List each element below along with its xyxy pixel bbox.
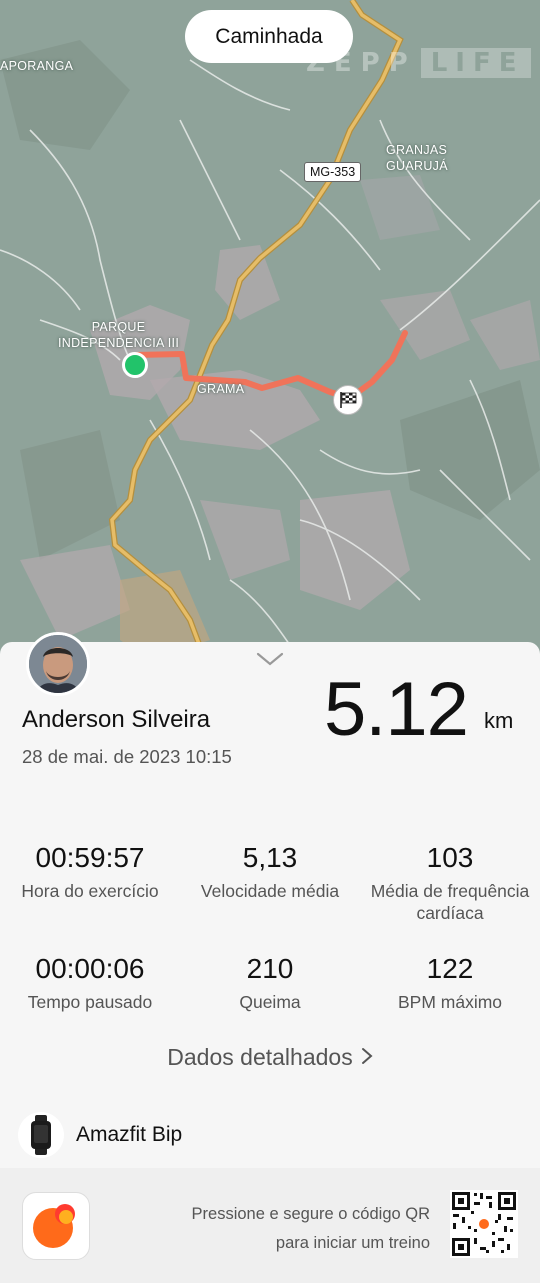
stat-value: 5,13 <box>242 842 298 873</box>
avatar[interactable] <box>26 632 90 696</box>
stat-label: Hora do exercício <box>21 881 159 901</box>
map-label-aporanga: APORANGA <box>0 59 74 73</box>
qr-instruction: Pressione e segure o código QR para inic… <box>192 1200 430 1258</box>
stat-max-bpm: 122 BPM máximo <box>360 953 540 1013</box>
road-sign: MG-353 <box>304 162 362 182</box>
zepp-life-logo-icon[interactable] <box>22 1192 90 1260</box>
stat-exercise-time: 00:59:57 Hora do exercício <box>0 842 180 902</box>
stat-average-heart-rate: 103 Média de frequência cardíaca <box>360 842 540 924</box>
stat-label: Tempo pausado <box>27 992 153 1012</box>
qr-instruction-line2: para iniciar um treino <box>275 1234 430 1252</box>
qr-instruction-line1: Pressione e segure o código QR <box>191 1205 430 1223</box>
map-label-parque: PARQUE INDEPENDENCIA III <box>58 320 180 350</box>
chevron-down-icon[interactable] <box>255 650 285 668</box>
qr-footer: Pressione e segure o código QR para inic… <box>0 1168 540 1283</box>
stat-paused-time: 00:00:06 Tempo pausado <box>0 953 180 1013</box>
stat-value: 122 <box>426 953 474 984</box>
stat-value: 00:59:57 <box>35 842 145 873</box>
device-row[interactable]: Amazfit Bip <box>18 1112 182 1158</box>
route-start-marker <box>122 352 148 378</box>
detailed-data-label: Dados detalhados <box>167 1044 353 1070</box>
stat-value: 210 <box>246 953 294 984</box>
stat-label: Queima <box>239 992 301 1012</box>
map-label-granjas: GRANJAS GUARUJÁ <box>386 143 448 173</box>
stat-label: Média de frequência cardíaca <box>370 881 530 923</box>
chevron-right-icon <box>361 1044 373 1071</box>
qr-code[interactable] <box>450 1190 518 1258</box>
distance-value: 5.12 <box>324 667 469 752</box>
stat-calories: 210 Queima <box>180 953 360 1013</box>
stat-label: BPM máximo <box>397 992 503 1012</box>
stat-value: 103 <box>426 842 474 873</box>
workout-date: 28 de mai. de 2023 10:15 <box>22 746 232 767</box>
finish-flag-icon <box>333 385 363 415</box>
stat-average-speed: 5,13 Velocidade média <box>180 842 360 902</box>
watch-icon <box>18 1112 64 1158</box>
route-map[interactable]: Caminhada ZEPP LIFE APORANGA GRANJAS GUAR… <box>0 0 540 660</box>
user-name: Anderson Silveira <box>22 706 211 733</box>
map-label-grama: GRAMA <box>197 382 245 396</box>
distance-unit: km <box>484 708 514 733</box>
device-name: Amazfit Bip <box>76 1123 183 1146</box>
stat-value: 00:00:06 <box>35 953 145 984</box>
zepp-life-watermark: ZEPP LIFE <box>306 48 531 78</box>
stat-label: Velocidade média <box>200 881 340 901</box>
workout-summary-sheet: Anderson Silveira 28 de mai. de 2023 10:… <box>0 632 540 1283</box>
detailed-data-link[interactable]: Dados detalhados <box>0 1044 540 1071</box>
